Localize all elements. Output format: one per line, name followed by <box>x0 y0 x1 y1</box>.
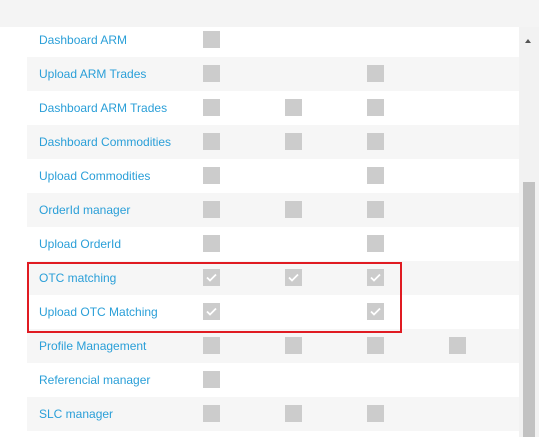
permission-checkbox[interactable] <box>367 337 384 354</box>
permission-row: SLC manager <box>27 397 519 431</box>
check-icon <box>288 273 299 282</box>
permission-label[interactable]: SLC manager <box>39 397 113 431</box>
permission-checkbox[interactable] <box>367 65 384 82</box>
permission-checkbox[interactable] <box>203 269 220 286</box>
permission-checkbox[interactable] <box>285 99 302 116</box>
permission-label[interactable]: Profile Management <box>39 329 146 363</box>
permission-checkbox[interactable] <box>203 303 220 320</box>
permission-row: Upload ARM Trades <box>27 57 519 91</box>
permission-checkbox[interactable] <box>203 133 220 150</box>
permission-checkbox[interactable] <box>367 405 384 422</box>
permission-checkbox[interactable] <box>285 405 302 422</box>
check-icon <box>206 273 217 282</box>
permission-label[interactable]: Upload Commodities <box>39 159 150 193</box>
permission-checkbox[interactable] <box>367 235 384 252</box>
permission-row: Upload OTC Matching <box>27 295 519 329</box>
permission-label[interactable]: Upload OTC Matching <box>39 295 158 329</box>
permission-checkbox[interactable] <box>203 65 220 82</box>
permission-checkbox[interactable] <box>203 201 220 218</box>
permission-checkbox[interactable] <box>367 201 384 218</box>
permission-label[interactable]: OTC matching <box>39 261 116 295</box>
permission-checkbox[interactable] <box>203 31 220 48</box>
permission-row: Referencial manager <box>27 363 519 397</box>
permission-checkbox[interactable] <box>367 303 384 320</box>
permission-label[interactable]: Upload ARM Trades <box>39 57 146 91</box>
permission-row: OTC matching <box>27 261 519 295</box>
check-icon <box>370 273 381 282</box>
permission-checkbox[interactable] <box>367 167 384 184</box>
permission-row: Upload OrderId <box>27 227 519 261</box>
permission-checkbox[interactable] <box>367 133 384 150</box>
check-icon <box>370 307 381 316</box>
check-icon <box>206 307 217 316</box>
permission-checkbox[interactable] <box>203 235 220 252</box>
permission-checkbox[interactable] <box>367 99 384 116</box>
permission-row: Dashboard Commodities <box>27 125 519 159</box>
permission-label[interactable]: Upload OrderId <box>39 227 121 261</box>
permission-row: Dashboard ARM <box>27 23 519 57</box>
scrollbar-thumb[interactable] <box>523 182 535 437</box>
permission-checkbox[interactable] <box>285 133 302 150</box>
permission-checkbox[interactable] <box>203 99 220 116</box>
permission-checkbox[interactable] <box>367 269 384 286</box>
vertical-scrollbar[interactable] <box>519 27 539 437</box>
permissions-panel: Dashboard ARM Upload ARM Trades Dashboar… <box>0 0 539 437</box>
permission-row: Profile Management <box>27 329 519 363</box>
permission-checkbox[interactable] <box>203 371 220 388</box>
permission-row: Upload Commodities <box>27 159 519 193</box>
permission-checkbox[interactable] <box>449 337 466 354</box>
permission-row: OrderId manager <box>27 193 519 227</box>
permission-label[interactable]: Dashboard Commodities <box>39 125 171 159</box>
permission-label[interactable]: Dashboard ARM Trades <box>39 91 167 125</box>
permission-label[interactable]: Referencial manager <box>39 363 150 397</box>
permission-checkbox[interactable] <box>285 337 302 354</box>
permission-checkbox[interactable] <box>203 405 220 422</box>
permission-checkbox[interactable] <box>203 337 220 354</box>
chevron-up-icon[interactable] <box>525 39 531 43</box>
permission-label[interactable]: OrderId manager <box>39 193 130 227</box>
permission-checkbox[interactable] <box>285 269 302 286</box>
permission-row: Dashboard ARM Trades <box>27 91 519 125</box>
permission-checkbox[interactable] <box>203 167 220 184</box>
permission-checkbox[interactable] <box>285 201 302 218</box>
permission-label[interactable]: Dashboard ARM <box>39 23 127 57</box>
